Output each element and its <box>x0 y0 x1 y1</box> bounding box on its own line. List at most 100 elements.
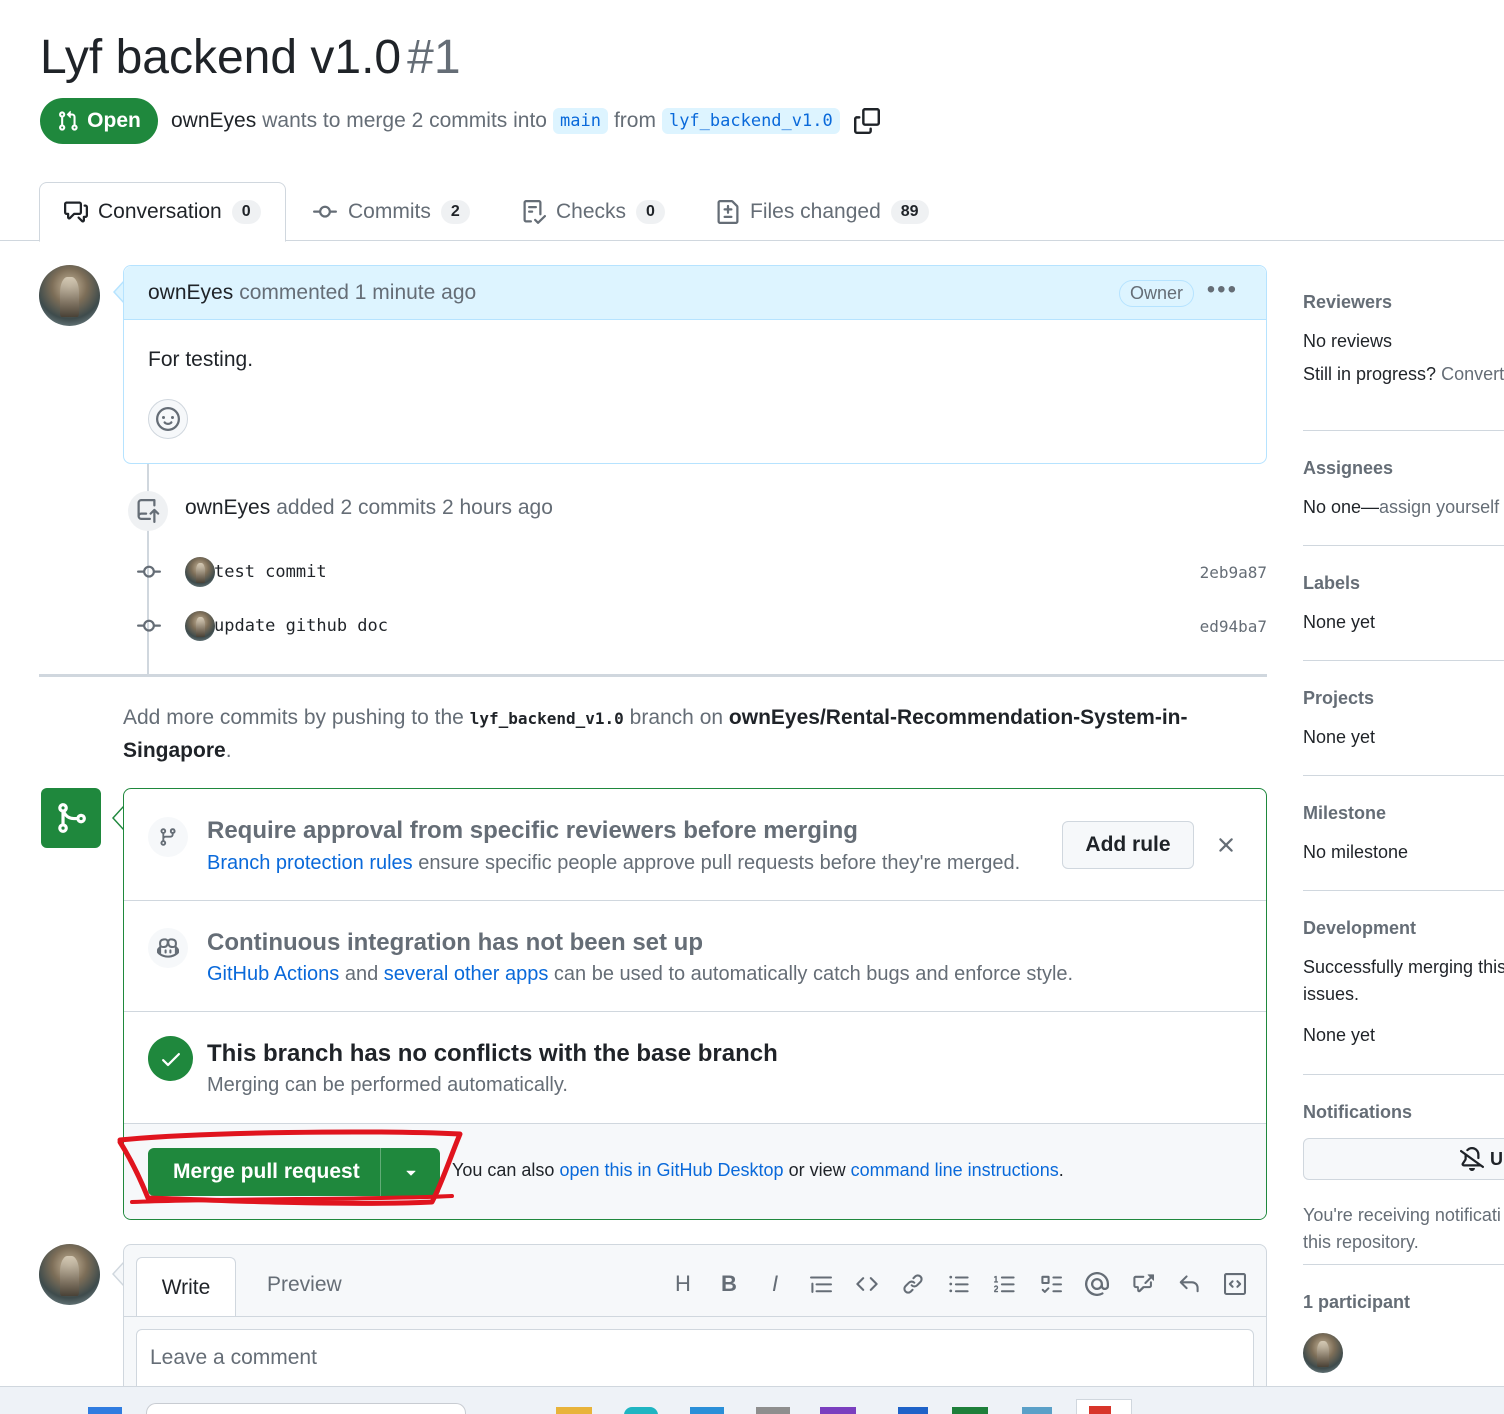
base-branch[interactable]: main <box>553 108 608 134</box>
timeline-break <box>39 674 1267 677</box>
browser-icon[interactable] <box>624 1407 658 1414</box>
cross-reference-icon[interactable] <box>1130 1273 1156 1295</box>
tab-checks[interactable]: Checks 0 <box>522 182 665 241</box>
commit-row[interactable]: update github doc ed94ba7 <box>130 609 1267 643</box>
tab-conversation-count: 0 <box>231 200 261 224</box>
close-icon[interactable] <box>1214 833 1238 857</box>
app-icon[interactable] <box>952 1407 988 1414</box>
commit-sha-link[interactable]: 2eb9a87 <box>1200 563 1267 582</box>
unsubscribe-button[interactable]: Ur <box>1303 1138 1504 1180</box>
merge-method-dropdown[interactable] <box>380 1148 440 1196</box>
development-heading[interactable]: Development <box>1303 918 1504 939</box>
push-author-link[interactable]: ownEyes <box>185 496 270 519</box>
os-taskbar <box>0 1386 1504 1414</box>
add-rule-button[interactable]: Add rule <box>1062 821 1194 869</box>
still-in-progress-text: Still in progress? <box>1303 364 1437 384</box>
add-reaction-button[interactable] <box>148 399 188 439</box>
windows-start-icon[interactable] <box>88 1407 122 1414</box>
merge-pull-request-button[interactable]: Merge pull request <box>148 1148 440 1196</box>
editor-pointer <box>112 1262 124 1286</box>
bold-icon[interactable]: B <box>716 1271 742 1297</box>
other-apps-link[interactable]: several other apps <box>384 963 549 985</box>
commit-icon <box>130 614 168 638</box>
link-icon[interactable] <box>900 1273 926 1295</box>
commit-icon <box>130 560 168 584</box>
avatar[interactable] <box>1303 1333 1343 1373</box>
push-hint-branch: lyf_backend_v1.0 <box>469 709 624 728</box>
avatar[interactable] <box>39 1244 100 1305</box>
code-icon[interactable] <box>854 1273 880 1295</box>
app-icon[interactable] <box>898 1407 928 1414</box>
heading-icon[interactable]: H <box>670 1271 696 1297</box>
conflicts-section: This branch has no conflicts with the ba… <box>124 1012 1266 1124</box>
assignees-none: No one— <box>1303 497 1380 517</box>
reviewers-extra: Still in progress? Convert <box>1303 364 1504 385</box>
branch-protection-link[interactable]: Branch protection rules <box>207 852 413 874</box>
reviewers-value: No reviews <box>1303 331 1393 351</box>
comment-meta[interactable]: commented 1 minute ago <box>239 281 476 305</box>
mention-icon[interactable] <box>1084 1272 1110 1296</box>
participants-heading: 1 participant <box>1303 1292 1411 1312</box>
triangle-down-icon <box>405 1170 416 1176</box>
avatar[interactable] <box>185 557 215 587</box>
markdown-toolbar: H B I <box>670 1271 1248 1297</box>
tab-commits-label: Commits <box>348 199 431 223</box>
copy-icon[interactable] <box>853 108 880 134</box>
push-hint: Add more commits by pushing to the lyf_b… <box>123 702 1243 767</box>
italic-icon[interactable]: I <box>762 1271 788 1297</box>
head-branch[interactable]: lyf_backend_v1.0 <box>661 108 840 134</box>
assign-yourself-link[interactable]: assign yourself <box>1379 497 1499 517</box>
labels-heading[interactable]: Labels <box>1303 573 1504 594</box>
open-desktop-link[interactable]: open this in GitHub Desktop <box>559 1160 783 1180</box>
editor-divider <box>124 1316 1266 1317</box>
convert-to-draft-link[interactable]: Convert <box>1441 364 1504 384</box>
assignees-heading[interactable]: Assignees <box>1303 458 1504 479</box>
active-app-icon[interactable] <box>1076 1399 1132 1414</box>
app-icon[interactable] <box>820 1407 856 1414</box>
pr-from-text: from <box>613 109 656 132</box>
reply-icon[interactable] <box>1176 1273 1202 1295</box>
app-icon[interactable] <box>756 1407 790 1414</box>
merge-pointer <box>112 806 124 830</box>
tab-checks-label: Checks <box>556 199 627 223</box>
avatar[interactable] <box>185 611 215 641</box>
tasklist-icon[interactable] <box>1038 1273 1064 1295</box>
commit-sha-link[interactable]: ed94ba7 <box>1200 617 1267 636</box>
unordered-list-icon[interactable] <box>946 1273 972 1295</box>
tab-conversation[interactable]: Conversation 0 <box>39 182 286 242</box>
app-icon[interactable] <box>690 1407 724 1414</box>
command-line-link[interactable]: command line instructions <box>851 1160 1059 1180</box>
tab-commits[interactable]: Commits 2 <box>312 182 470 241</box>
taskbar-search-box[interactable] <box>146 1403 466 1414</box>
notifications-text-line1: You're receiving notificati <box>1303 1205 1501 1225</box>
kebab-icon[interactable]: ••• <box>1207 276 1238 304</box>
reviewers-heading[interactable]: Reviewers <box>1303 292 1504 313</box>
pr-author-link[interactable]: ownEyes <box>171 109 256 133</box>
development-value: None yet <box>1303 1025 1376 1045</box>
avatar[interactable] <box>39 265 100 326</box>
quote-icon[interactable] <box>808 1273 834 1295</box>
commit-message-link[interactable]: update github doc <box>214 616 388 636</box>
tab-write[interactable]: Write <box>136 1257 236 1317</box>
merge-alt-suffix: . <box>1058 1160 1064 1180</box>
sidebar-labels: Labels None yet <box>1303 573 1504 661</box>
push-hint-middle: branch on <box>629 706 724 729</box>
comment-body: For testing. <box>148 348 254 371</box>
comment-author-link[interactable]: ownEyes <box>148 281 233 305</box>
sidebar-milestone: Milestone No milestone <box>1303 803 1504 891</box>
file-explorer-icon[interactable] <box>556 1407 592 1414</box>
tab-preview[interactable]: Preview <box>267 1273 342 1297</box>
milestone-heading[interactable]: Milestone <box>1303 803 1504 824</box>
app-icon[interactable] <box>1022 1407 1052 1414</box>
slash-command-icon[interactable] <box>1222 1273 1248 1295</box>
projects-value: None yet <box>1303 727 1376 747</box>
projects-heading[interactable]: Projects <box>1303 688 1504 709</box>
commit-message-link[interactable]: test commit <box>214 562 327 582</box>
commit-row[interactable]: test commit 2eb9a87 <box>130 555 1267 589</box>
repo-push-icon <box>128 491 168 531</box>
ordered-list-icon[interactable] <box>992 1273 1018 1295</box>
copilot-icon <box>148 928 188 968</box>
github-actions-link[interactable]: GitHub Actions <box>207 963 339 985</box>
pr-state-label: Open <box>87 109 141 132</box>
tab-files-changed[interactable]: Files changed 89 <box>716 182 929 241</box>
